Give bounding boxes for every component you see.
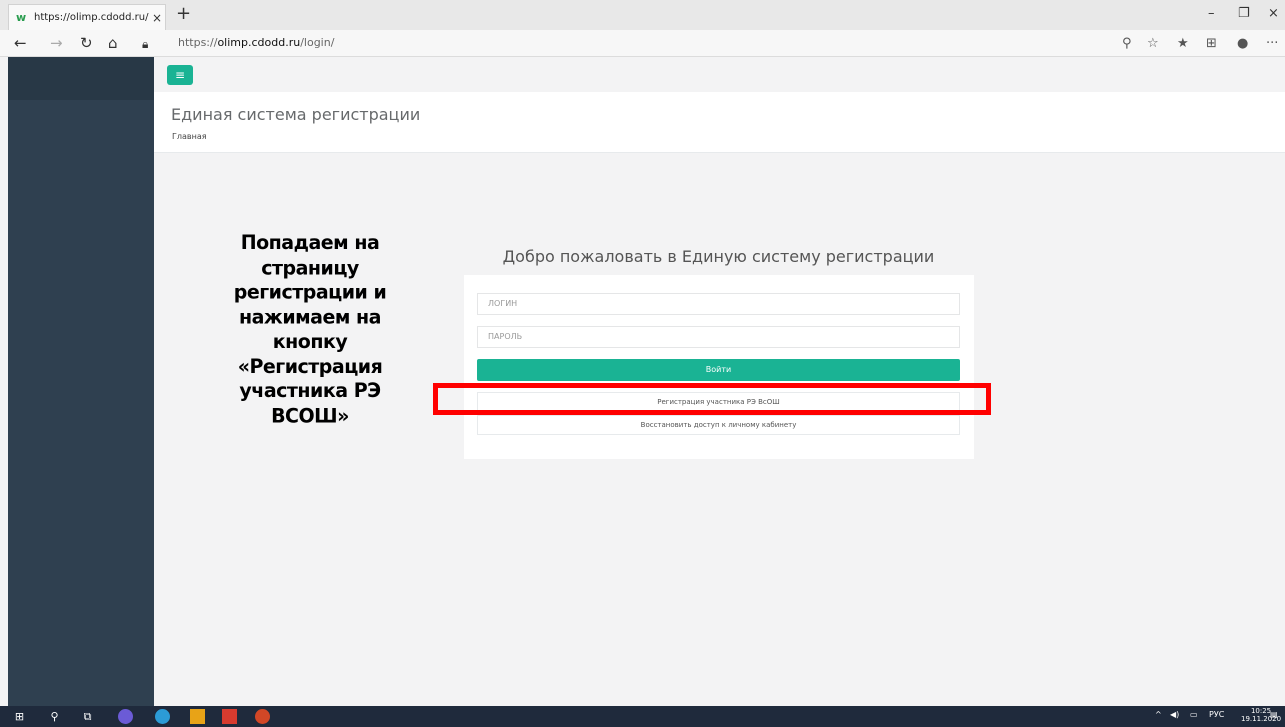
minimize-button[interactable]: – xyxy=(1208,6,1215,21)
profile-icon[interactable]: ● xyxy=(1237,36,1248,51)
forward-button[interactable]: → xyxy=(50,34,63,52)
login-field[interactable]: ЛОГИН xyxy=(477,293,960,315)
browser-tab-strip: ᴡ https://olimp.cdodd.ru/login/ × + – ❐ … xyxy=(0,0,1285,31)
url-path: /login/ xyxy=(300,36,335,49)
page-title: Единая система регистрации xyxy=(171,105,421,124)
tray-arrow-icon[interactable]: ^ xyxy=(1155,710,1162,719)
new-tab-button[interactable]: + xyxy=(176,4,191,24)
restore-access-button[interactable]: Восстановить доступ к личному кабинету xyxy=(477,415,960,435)
browser-tab[interactable]: ᴡ https://olimp.cdodd.ru/login/ × xyxy=(8,4,166,30)
pdf-reader-icon[interactable] xyxy=(222,709,237,724)
clock-time: 10:25 xyxy=(1250,707,1272,715)
address-bar-row: ← → ↻ ⌂ 🔒︎ https://olimp.cdodd.ru/login/… xyxy=(0,30,1285,57)
refresh-button[interactable]: ↻ xyxy=(80,34,93,52)
task-view-icon[interactable]: ⧉ xyxy=(80,709,95,724)
welcome-heading: Добро пожаловать в Единую систему регист… xyxy=(502,247,935,266)
close-window-button[interactable]: × xyxy=(1268,6,1279,21)
lock-icon: 🔒︎ xyxy=(142,37,149,51)
favorites-icon[interactable]: ★ xyxy=(1177,36,1189,51)
highlight-frame xyxy=(433,383,991,415)
file-explorer-icon[interactable] xyxy=(190,709,205,724)
search-icon[interactable]: ⚲ xyxy=(47,709,62,724)
tab-close-button[interactable]: × xyxy=(149,11,165,25)
windows-start-icon[interactable]: ⊞ xyxy=(12,709,27,724)
login-button[interactable]: Войти xyxy=(477,359,960,381)
collections-icon[interactable]: ⊞ xyxy=(1206,36,1217,51)
url-prefix: https:// xyxy=(178,36,218,49)
password-field[interactable]: ПАРОЛЬ xyxy=(477,326,960,348)
breadcrumb[interactable]: Главная xyxy=(172,132,207,141)
login-form: ЛОГИН ПАРОЛЬ Войти Регистрация участника… xyxy=(464,275,974,459)
sidebar-header xyxy=(8,57,154,100)
notifications-icon[interactable]: ▤ xyxy=(1270,710,1278,719)
back-button[interactable]: ← xyxy=(14,34,27,52)
network-icon[interactable]: ▭ xyxy=(1190,710,1198,719)
tab-title: https://olimp.cdodd.ru/login/ xyxy=(34,12,149,23)
home-button[interactable]: ⌂ xyxy=(108,34,118,52)
url-field[interactable]: https://olimp.cdodd.ru/login/ xyxy=(178,36,334,49)
volume-icon[interactable]: ◀) xyxy=(1170,710,1179,719)
assistant-icon[interactable] xyxy=(118,709,133,724)
menu-toggle-button[interactable]: ≡ xyxy=(167,65,193,85)
star-icon[interactable]: ☆ xyxy=(1147,36,1159,51)
edge-browser-icon[interactable] xyxy=(155,709,170,724)
search-icon[interactable]: ⚲ xyxy=(1122,36,1132,51)
page-header: Единая система регистрации Главная xyxy=(154,92,1285,153)
powerpoint-icon[interactable] xyxy=(255,709,270,724)
instruction-text: Попадаем на страницу регистрации и нажим… xyxy=(233,231,387,428)
site-favicon-icon: ᴡ xyxy=(16,10,27,24)
url-host: olimp.cdodd.ru xyxy=(217,36,301,49)
language-indicator[interactable]: РУС xyxy=(1209,710,1224,719)
sidebar xyxy=(8,57,154,706)
more-icon[interactable]: ··· xyxy=(1266,36,1278,51)
maximize-button[interactable]: ❐ xyxy=(1238,6,1250,21)
taskbar: ⊞ ⚲ ⧉ ^ ◀) ▭ РУС 10:25 19.11.2020 ▤ xyxy=(0,706,1285,727)
